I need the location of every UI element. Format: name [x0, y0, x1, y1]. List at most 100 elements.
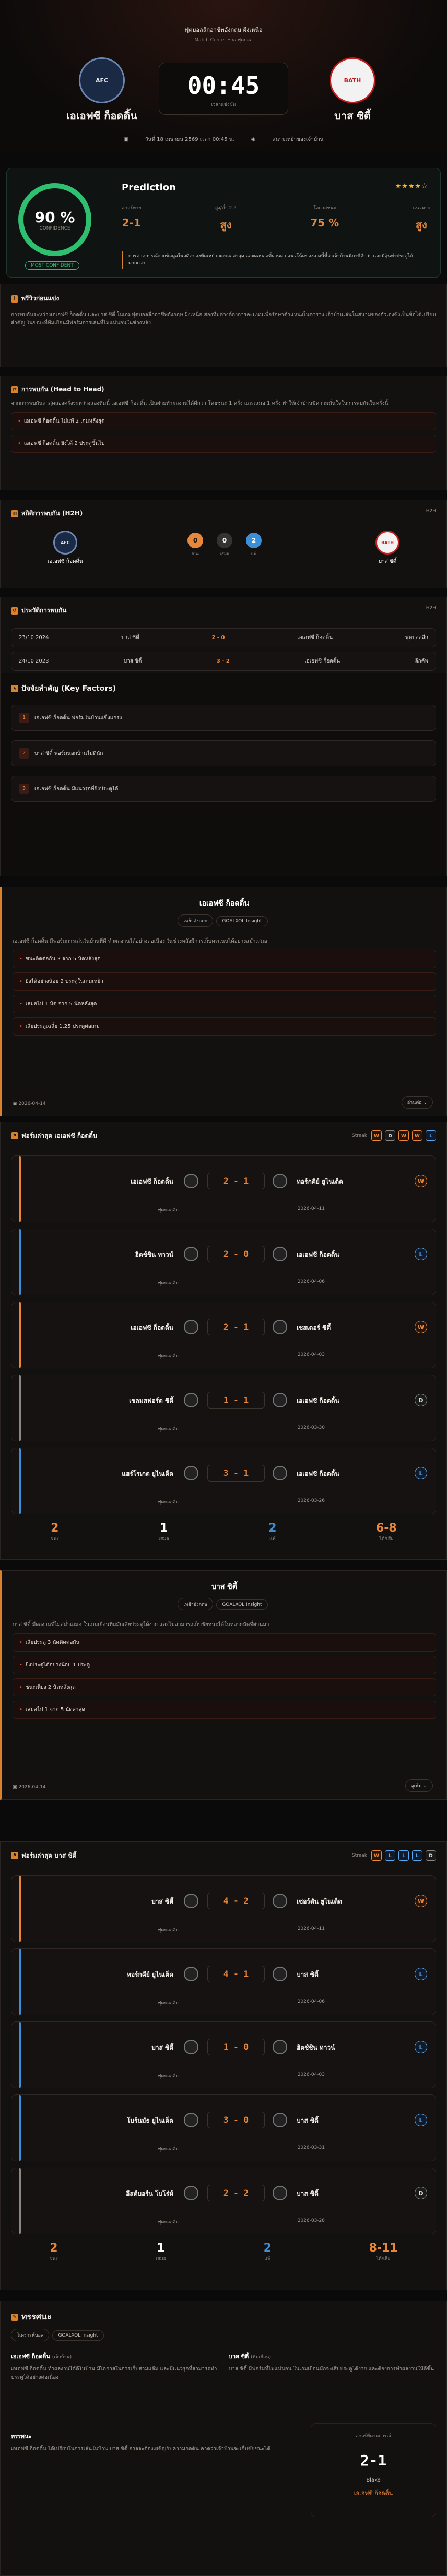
- home-team-name: บาส ซิตี้: [123, 658, 142, 664]
- away-team-name: เชสเตอร์ ซิตี้: [297, 1324, 331, 1331]
- match-row[interactable]: เชลมสฟอร์ด ซิตี้ 1 - 1 เอเอฟซี ก็อดดิ้น D ฟุ…: [11, 1375, 436, 1441]
- home-matches: ⚑ ฟอร์มล่าสุด เอเอฟซี ก็อดดิ้น Streak W D W W…: [0, 1122, 447, 1560]
- fact-item: เสมอไป 1 นัด จาก 5 นัดหลังสุด: [13, 995, 436, 1013]
- competition-name: ฟุตบอลลีก: [158, 1281, 179, 1286]
- recent-row[interactable]: 24/10 2023 บาส ซิตี้ 3 - 2 เอเอฟซี ก็อดดิ้น…: [11, 652, 436, 671]
- match-row[interactable]: โบร์นมัธ ยูไนเต็ด 3 - 0 บาส ซิตี้ L ฟุตบอลลี…: [11, 2094, 436, 2161]
- away-crest-icon: BATH: [330, 57, 375, 103]
- match-row[interactable]: อีสต์บอร์น โบโร่ห์ 2 - 2 บาส ซิตี้ D ฟุตบอลล…: [11, 2168, 436, 2234]
- competition-name: ฟุตบอลลีก: [158, 2001, 179, 2006]
- factor-list: 1 เอเอฟซี ก็อดดิ้น ฟอร์มในบ้านแข็งแกร่ง 2 บ…: [11, 705, 436, 802]
- home-crest-icon: AFC: [79, 57, 125, 103]
- prediction-column: สูง/ต่ำ 2.5 สูง: [215, 204, 237, 233]
- match-score: 1 - 0: [207, 2039, 265, 2055]
- match-row[interactable]: ทอร์กคีย์ ยูไนเต็ด 4 - 1 บาส ซิตี้ L ฟุตบอลล…: [11, 1948, 436, 2015]
- result-badge: L: [415, 2041, 427, 2053]
- result-badge: W: [415, 1895, 427, 1907]
- match-score: 2 - 0: [207, 1246, 265, 1262]
- h2h-stats: ▥ สถิติการพบกัน (H2H) H2H AFC เอเอฟซี ก็อ…: [0, 500, 447, 588]
- team-logo-icon: [273, 1393, 287, 1407]
- team-logo-icon: [273, 1894, 287, 1908]
- read-more-button[interactable]: อ่านต่อ ⌄: [401, 1096, 433, 1109]
- stat-label: เสมอ: [156, 2256, 166, 2261]
- match-meta: ▣ วันที่ 18 เมษายน 2569 เวลา 00:45 น. ◉ สนา…: [123, 137, 324, 142]
- home-form-card: เอเอฟซี ก็อดดิ้น เหย้าอังกฤษ GOALXOL Insi…: [0, 887, 447, 1116]
- match-date: 2026-04-06: [297, 1279, 325, 1284]
- result-stripe: [19, 1448, 21, 1514]
- match-date: 23/10 2024: [19, 635, 49, 641]
- stat-value: 2: [268, 1522, 277, 1535]
- fact-item: ยิงประตูได้อย่างน้อย 1 ประตู: [13, 1656, 436, 1674]
- stat-label: แพ้: [264, 2256, 271, 2261]
- column-value: สูง: [220, 219, 232, 231]
- team-logo-icon: [184, 2186, 198, 2200]
- away-form-card: บาส ซิตี้ เหย้าอังกฤษ GOALXOL Insight บาส…: [0, 1570, 447, 1800]
- match-meta: ฟุตบอลลีก 2026-04-11: [158, 1206, 325, 1213]
- away-team-name: บาส ซิตี้: [297, 2190, 319, 2197]
- away-team-name: ทอร์กคีย์ ยูไนเต็ด: [297, 1178, 344, 1185]
- column-label: แนวทาง: [413, 206, 430, 211]
- match-score: 2 - 1: [207, 1319, 265, 1335]
- team-logo-icon: [184, 1894, 198, 1908]
- fact-item: เอเอฟซี ก็อดดิ้น ยิงได้ 2 ประตูขึ้นไป: [11, 435, 436, 453]
- fact-item: ชนะเพียง 2 นัดหลังสุด: [13, 1678, 436, 1696]
- form-streak: WLLLD: [371, 1850, 436, 1861]
- match-date: 2026-03-28: [297, 2218, 325, 2223]
- team-logo-icon: [273, 2113, 287, 2127]
- home-team-name: อีสต์บอร์น โบโร่ห์: [126, 2190, 173, 2197]
- match-row[interactable]: เอเอฟซี ก็อดดิ้น 2 - 1 ทอร์กคีย์ ยูไนเต็ด W…: [11, 1155, 436, 1222]
- team-logo-icon: [184, 2113, 198, 2127]
- summary-stat: 2 แพ้: [264, 2242, 272, 2262]
- factor-item: 2 บาส ซิตี้ ฟอร์มนอกบ้านไม่ดีนัก: [11, 740, 436, 766]
- away-team-name: เอเอฟซี ก็อดดิ้น: [297, 635, 333, 641]
- form-badge: W: [371, 1130, 382, 1141]
- chip[interactable]: เหย้าอังกฤษ: [178, 1598, 214, 1610]
- match-date: 2026-03-30: [297, 1425, 325, 1430]
- home-team-name: บาส ซิตี้: [121, 635, 139, 641]
- match-score: 1 - 1: [207, 1392, 265, 1409]
- home-team-name: เอเอฟซี ก็อดดิ้น: [131, 1324, 173, 1331]
- chip[interactable]: วิเคราะห์บอล: [11, 2329, 50, 2341]
- chip[interactable]: GOALXOL Insight: [52, 2330, 104, 2341]
- team-logo-icon: [184, 1393, 198, 1407]
- result-badge: L: [415, 2114, 427, 2126]
- stat-value: 2: [263, 2242, 272, 2255]
- chip-row: วิเคราะห์บอล GOALXOL Insight: [11, 2329, 436, 2341]
- match-hero: ฟุตบอลลีกอาชีพอังกฤษ ฝั่งเหนือ Match Cent…: [0, 0, 447, 151]
- factor-item: 3 เอเอฟซี ก็อดดิ้น มีแนวรุกที่ยิงประตูได้: [11, 776, 436, 802]
- result-stripe: [19, 2168, 21, 2234]
- result-stripe: [19, 2022, 21, 2088]
- factor-text: เอเอฟซี ก็อดดิ้น ฟอร์มในบ้านแข็งแกร่ง: [34, 715, 122, 721]
- rating-stars: ★★★★☆: [395, 182, 428, 190]
- recent-row[interactable]: 23/10 2024 บาส ซิตี้ 2 - 0 เอเอฟซี ก็อดดิ้น…: [11, 628, 436, 647]
- match-score: 2 - 2: [207, 2185, 265, 2201]
- home-team[interactable]: AFC เอเอฟซี ก็อดดิ้น: [57, 57, 146, 124]
- form-icon: ⚑: [11, 1852, 18, 1859]
- match-row[interactable]: บาส ซิตี้ 4 - 2 เซอร์ตัน ยูไนเต็ด W ฟุตบอลลี…: [11, 1875, 436, 1942]
- competition-name: ฟุตบอลลีก: [158, 1928, 179, 1933]
- match-meta: ฟุตบอลลีก 2026-04-06: [158, 1279, 325, 1286]
- match-row[interactable]: แฮร์โรเกต ยูไนเต็ด 3 - 1 เอเอฟซี ก็อดดิ้น L…: [11, 1448, 436, 1514]
- match-row[interactable]: ฮิตช์ชิน ทาวน์ 2 - 0 เอเอฟซี ก็อดดิ้น L ฟุตบ…: [11, 1229, 436, 1295]
- h2h-section: ⇄ การพบกัน (Head to Head) จากการพบกันล่าส…: [0, 376, 447, 490]
- match-date: 2026-04-06: [297, 1999, 325, 2004]
- read-more-button[interactable]: ดูเพิ่ม ⌄: [405, 1779, 433, 1792]
- chip[interactable]: เหย้าอังกฤษ: [178, 914, 214, 927]
- match-row[interactable]: บาส ซิตี้ 1 - 0 ฮิตช์ชิน ทาวน์ L ฟุตบอลลีก 20…: [11, 2021, 436, 2088]
- result-badge: W: [415, 1321, 427, 1333]
- competition-name: ฟุตบอลลีก: [158, 1354, 179, 1359]
- column-value: 75 %: [310, 216, 339, 229]
- result-stripe: [19, 1156, 21, 1222]
- summary-stat: 6-8 ได้/เสีย: [376, 1522, 397, 1542]
- result-badge: L: [415, 1968, 427, 1980]
- recent-rows: 23/10 2024 บาส ซิตี้ 2 - 0 เอเอฟซี ก็อดดิ้น…: [1, 628, 446, 671]
- away-team[interactable]: BATH บาส ซิตี้: [308, 57, 397, 124]
- factor-number: 2: [19, 748, 29, 759]
- calendar-icon: ▣: [13, 1101, 17, 1106]
- form-badge: L: [398, 1850, 409, 1861]
- match-row[interactable]: เอเอฟซี ก็อดดิ้น 2 - 1 เชสเตอร์ ซิตี้ W ฟุตบ…: [11, 1302, 436, 1368]
- chip[interactable]: GOALXOL Insight: [216, 1599, 268, 1610]
- team-logo-icon: [273, 1247, 287, 1261]
- away-team-name: เซอร์ตัน ยูไนเต็ด: [297, 1898, 343, 1905]
- chip[interactable]: GOALXOL Insight: [216, 916, 268, 926]
